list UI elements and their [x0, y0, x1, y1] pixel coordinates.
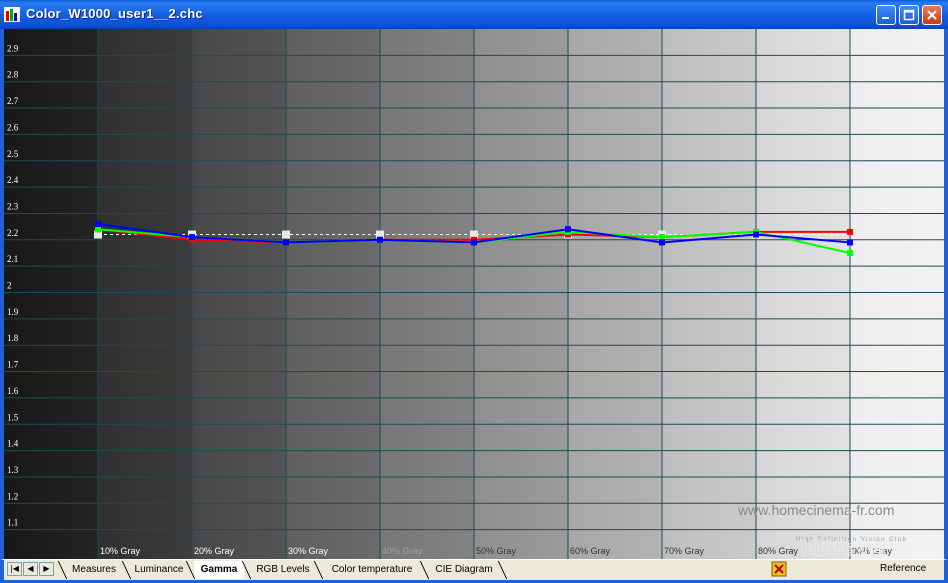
y-tick-label: 1.9 [7, 307, 19, 317]
app-rgb-icon [4, 7, 20, 22]
blue-series-point [95, 220, 101, 227]
x-axis-ticks: 10% Gray 20% Gray 30% Gray 40% Gray 50% Gray… [100, 546, 893, 556]
y-tick-label: 1.2 [7, 491, 18, 501]
tab-measures[interactable]: Measures [66, 561, 122, 579]
y-tick-label: 1.3 [7, 465, 19, 475]
y-tick-label: 2.9 [7, 43, 19, 53]
y-tick-label: 2.7 [7, 96, 19, 106]
tab-color-temperature[interactable]: Color temperature [322, 561, 422, 579]
watermark-site: www.homecinema-fr.com [737, 502, 894, 518]
blue-series-point [847, 239, 853, 246]
y-tick-label: 2.3 [7, 201, 19, 211]
tab-first-button[interactable]: |◀ [7, 562, 22, 576]
close-button[interactable] [922, 5, 942, 25]
reference-label: Reference [880, 563, 927, 574]
maximize-button[interactable] [899, 5, 919, 25]
y-tick-label: 1.4 [7, 439, 19, 449]
green-series-point [95, 226, 101, 233]
x-tick-label: 70% Gray [664, 546, 705, 556]
y-tick-label: 2.6 [7, 122, 19, 132]
blue-series-point [283, 239, 289, 246]
blue-series-point [471, 239, 477, 246]
x-tick-label: 50% Gray [476, 546, 517, 556]
tab-cie-diagram[interactable]: CIE Diagram [430, 561, 498, 579]
window-title: Color_W1000_user1__2.chc [26, 6, 203, 21]
tab-rgb-levels[interactable]: RGB Levels [250, 561, 316, 579]
green-series-point [659, 234, 665, 241]
y-tick-label: 2.4 [7, 175, 19, 185]
y-tick-label: 2.5 [7, 149, 19, 159]
tab-luminance[interactable]: Luminance [130, 561, 188, 579]
x-tick-label: 30% Gray [288, 546, 329, 556]
reference-marker [282, 230, 290, 239]
x-tick-label: 10% Gray [100, 546, 141, 556]
watermark-logo: HDfever [800, 536, 892, 559]
tab-prev-button[interactable]: ◀ [23, 562, 38, 576]
y-tick-label: 2.1 [7, 254, 18, 264]
y-tick-label: 1.8 [7, 333, 19, 343]
green-series-point [847, 249, 853, 256]
x-tick-label: 40% Gray [382, 546, 423, 556]
y-tick-label: 2.8 [7, 70, 19, 80]
reference-icon[interactable] [771, 561, 787, 577]
blue-series-point [377, 236, 383, 243]
minimize-button[interactable] [876, 5, 896, 25]
blue-series-point [189, 234, 195, 241]
x-tick-label: 60% Gray [570, 546, 611, 556]
y-tick-label: 1.1 [7, 518, 18, 528]
y-tick-label: 1.6 [7, 386, 19, 396]
close-icon [927, 10, 937, 20]
red-series-point [847, 228, 853, 235]
maximize-icon [903, 9, 915, 21]
y-tick-label: 2.2 [7, 228, 18, 238]
title-bar[interactable]: Color_W1000_user1__2.chc [0, 0, 948, 29]
y-tick-label: 1.5 [7, 412, 19, 422]
gamma-chart: 1.1 1.2 1.3 1.4 1.5 1.6 1.7 1.8 1.9 2 2.1 2.2 2.3 2.4… [4, 29, 944, 559]
minimize-icon [882, 17, 889, 19]
x-tick-label: 80% Gray [758, 546, 799, 556]
blue-series-point [565, 226, 571, 233]
x-tick-label: 20% Gray [194, 546, 235, 556]
blue-series-point [659, 239, 665, 246]
blue-series-point [753, 231, 759, 238]
y-tick-label: 1.7 [7, 360, 19, 370]
tab-next-button[interactable]: ▶ [39, 562, 54, 576]
y-tick-label: 2 [7, 281, 12, 291]
tab-gamma[interactable]: Gamma [194, 561, 244, 579]
